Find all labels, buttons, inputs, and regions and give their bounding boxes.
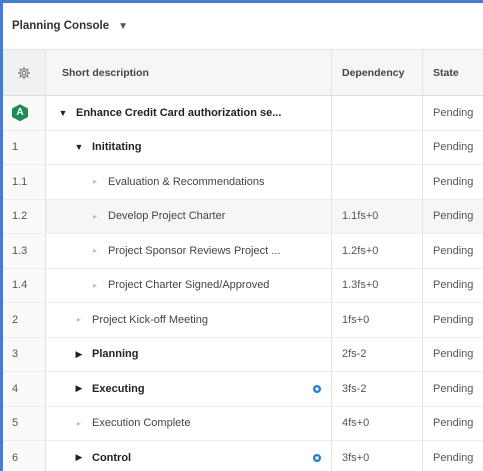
leaf-triangle-icon: ▸: [92, 211, 97, 221]
row-description: Inititating: [92, 141, 142, 154]
table-row[interactable]: 1.3 ▸ Project Sponsor Reviews Project ... 1…: [3, 234, 483, 269]
leaf-triangle-icon: ▸: [92, 177, 97, 187]
status-indicator-icon: [313, 453, 321, 462]
planning-grid: Short description Dependency State A ▼ Enh…: [3, 50, 483, 471]
row-description-cell[interactable]: ▼ Inititating: [46, 130, 332, 164]
row-dependency[interactable]: 1.2fs+0: [332, 234, 423, 268]
row-state: Pending: [433, 382, 474, 395]
status-indicator-icon: [313, 384, 321, 393]
row-description-cell[interactable]: ▶ Executing: [46, 372, 332, 406]
row-number: 1.2: [3, 199, 46, 233]
row-description-cell[interactable]: ▸ Execution Complete: [46, 406, 332, 440]
table-row[interactable]: 1 ▼ Inititating Pending: [3, 130, 483, 165]
row-dependency[interactable]: [332, 96, 423, 130]
project-badge-icon: A: [12, 104, 28, 122]
leaf-triangle-icon: ▸: [76, 418, 81, 428]
table-row[interactable]: 1.1 ▸ Evaluation & Recommendations Pending: [3, 165, 483, 200]
row-dependency[interactable]: 1.1fs+0: [332, 199, 423, 233]
row-description: Execution Complete: [92, 417, 191, 430]
row-description: Executing: [92, 382, 145, 395]
row-state: Pending: [433, 210, 474, 223]
table-row[interactable]: A ▼ Enhance Credit Card authorization se..…: [3, 96, 483, 131]
table-row[interactable]: 1.4 ▸ Project Charter Signed/Approved 1.3fs…: [3, 268, 483, 303]
gear-icon[interactable]: [17, 66, 31, 80]
row-description: Project Kick-off Meeting: [92, 313, 208, 326]
console-title: Planning Console: [12, 20, 110, 32]
row-state: Pending: [433, 451, 474, 464]
row-number: A: [3, 96, 46, 130]
row-description: Evaluation & Recommendations: [108, 175, 265, 188]
table-row[interactable]: 1.2 ▸ Develop Project Charter 1.1fs+0 Pendin…: [3, 199, 483, 234]
triangle-down-icon[interactable]: ▼: [72, 142, 86, 152]
triangle-right-icon[interactable]: ▶: [72, 452, 86, 463]
row-dependency[interactable]: 1fs+0: [332, 303, 423, 337]
row-state: Pending: [433, 106, 474, 119]
grid-body: A ▼ Enhance Credit Card authorization se..…: [3, 96, 483, 471]
table-row[interactable]: 3 ▶ Planning 2fs-2 Pending: [3, 337, 483, 372]
grid-header-row: Short description Dependency State: [3, 50, 483, 96]
row-state: Pending: [433, 175, 474, 188]
triangle-down-icon[interactable]: ▼: [56, 108, 70, 118]
row-description-cell[interactable]: ▼ Enhance Credit Card authorization se...: [46, 96, 332, 130]
row-description: Control: [92, 451, 132, 464]
column-header-dependency[interactable]: Dependency: [332, 50, 423, 95]
row-description-cell[interactable]: ▶ Planning: [46, 337, 332, 371]
row-number: 1: [3, 130, 46, 164]
row-description: Project Charter Signed/Approved: [108, 279, 270, 292]
row-dependency[interactable]: 4fs+0: [332, 406, 423, 440]
table-row[interactable]: 6 ▶ Control 3fs+0 Pending: [3, 441, 483, 471]
row-state: Pending: [433, 313, 474, 326]
row-number: 1.3: [3, 234, 46, 268]
row-description-cell[interactable]: ▶ Control: [46, 441, 332, 471]
triangle-right-icon[interactable]: ▶: [72, 349, 86, 360]
table-row[interactable]: 2 ▸ Project Kick-off Meeting 1fs+0 Pending: [3, 303, 483, 338]
row-number: 6: [3, 441, 46, 471]
row-description: Develop Project Charter: [108, 210, 226, 223]
leaf-triangle-icon: ▸: [92, 280, 97, 290]
row-dependency[interactable]: 2fs-2: [332, 337, 423, 371]
table-row[interactable]: 4 ▶ Executing 3fs-2 Pending: [3, 372, 483, 407]
row-description: Planning: [92, 348, 139, 361]
row-dependency[interactable]: 3fs+0: [332, 441, 423, 471]
row-state: Pending: [433, 279, 474, 292]
column-header-description[interactable]: Short description: [46, 50, 332, 95]
row-description: Project Sponsor Reviews Project ...: [108, 244, 281, 257]
row-number: 1.1: [3, 165, 46, 199]
row-description-cell[interactable]: ▸ Evaluation & Recommendations: [46, 165, 332, 199]
row-number: 4: [3, 372, 46, 406]
row-description-cell[interactable]: ▸ Project Kick-off Meeting: [46, 303, 332, 337]
column-header-state[interactable]: State: [423, 50, 483, 95]
row-number: 2: [3, 303, 46, 337]
row-dependency[interactable]: [332, 165, 423, 199]
row-state: Pending: [433, 244, 474, 257]
leaf-triangle-icon: ▸: [92, 246, 97, 256]
column-settings-cell[interactable]: [3, 50, 46, 95]
row-state: Pending: [433, 141, 474, 154]
row-description-cell[interactable]: ▸ Project Sponsor Reviews Project ...: [46, 234, 332, 268]
row-description-cell[interactable]: ▸ Project Charter Signed/Approved: [46, 268, 332, 302]
console-menu-caret-icon[interactable]: ▼: [118, 21, 128, 32]
row-dependency[interactable]: [332, 130, 423, 164]
row-dependency[interactable]: 3fs-2: [332, 372, 423, 406]
row-number: 3: [3, 337, 46, 371]
table-row[interactable]: 5 ▸ Execution Complete 4fs+0 Pending: [3, 406, 483, 441]
row-state: Pending: [433, 348, 474, 361]
row-dependency[interactable]: 1.3fs+0: [332, 268, 423, 302]
triangle-right-icon[interactable]: ▶: [72, 383, 86, 394]
leaf-triangle-icon: ▸: [76, 315, 81, 325]
row-number: 5: [3, 406, 46, 440]
row-description: Enhance Credit Card authorization se...: [76, 106, 282, 119]
row-description-cell[interactable]: ▸ Develop Project Charter: [46, 199, 332, 233]
console-header: Planning Console ▼: [3, 3, 483, 50]
row-number: 1.4: [3, 268, 46, 302]
row-state: Pending: [433, 417, 474, 430]
